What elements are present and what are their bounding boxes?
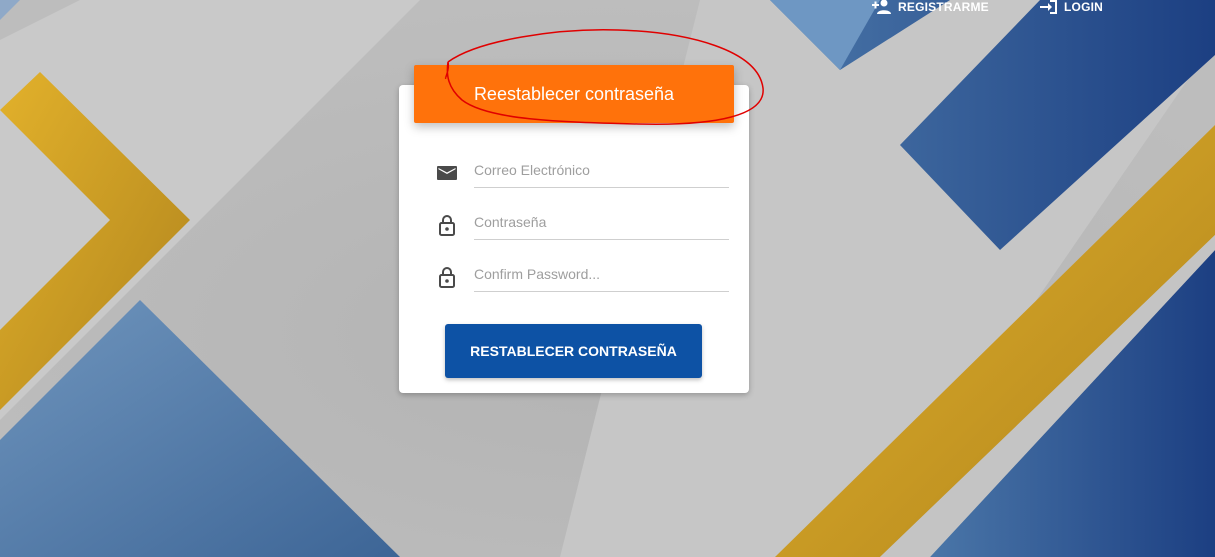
login-link[interactable]: LOGIN <box>1040 0 1103 14</box>
card-header: Reestablecer contraseña <box>414 65 734 123</box>
mail-icon <box>435 161 459 185</box>
login-arrow-icon <box>1040 0 1058 14</box>
register-label: REGISTRARME <box>898 0 989 14</box>
password-input[interactable] <box>474 205 729 240</box>
password-field <box>435 205 729 241</box>
card-title: Reestablecer contraseña <box>473 83 675 104</box>
confirm-password-input[interactable] <box>474 257 729 292</box>
confirm-password-field <box>435 257 729 293</box>
person-add-icon <box>872 0 892 14</box>
login-label: LOGIN <box>1064 0 1103 14</box>
register-link[interactable]: REGISTRARME <box>872 0 989 14</box>
lock-icon <box>435 265 459 289</box>
reset-password-button[interactable]: RESTABLECER CONTRASEÑA <box>445 324 702 378</box>
email-input[interactable] <box>474 153 729 188</box>
email-field <box>435 153 729 189</box>
lock-icon <box>435 213 459 237</box>
